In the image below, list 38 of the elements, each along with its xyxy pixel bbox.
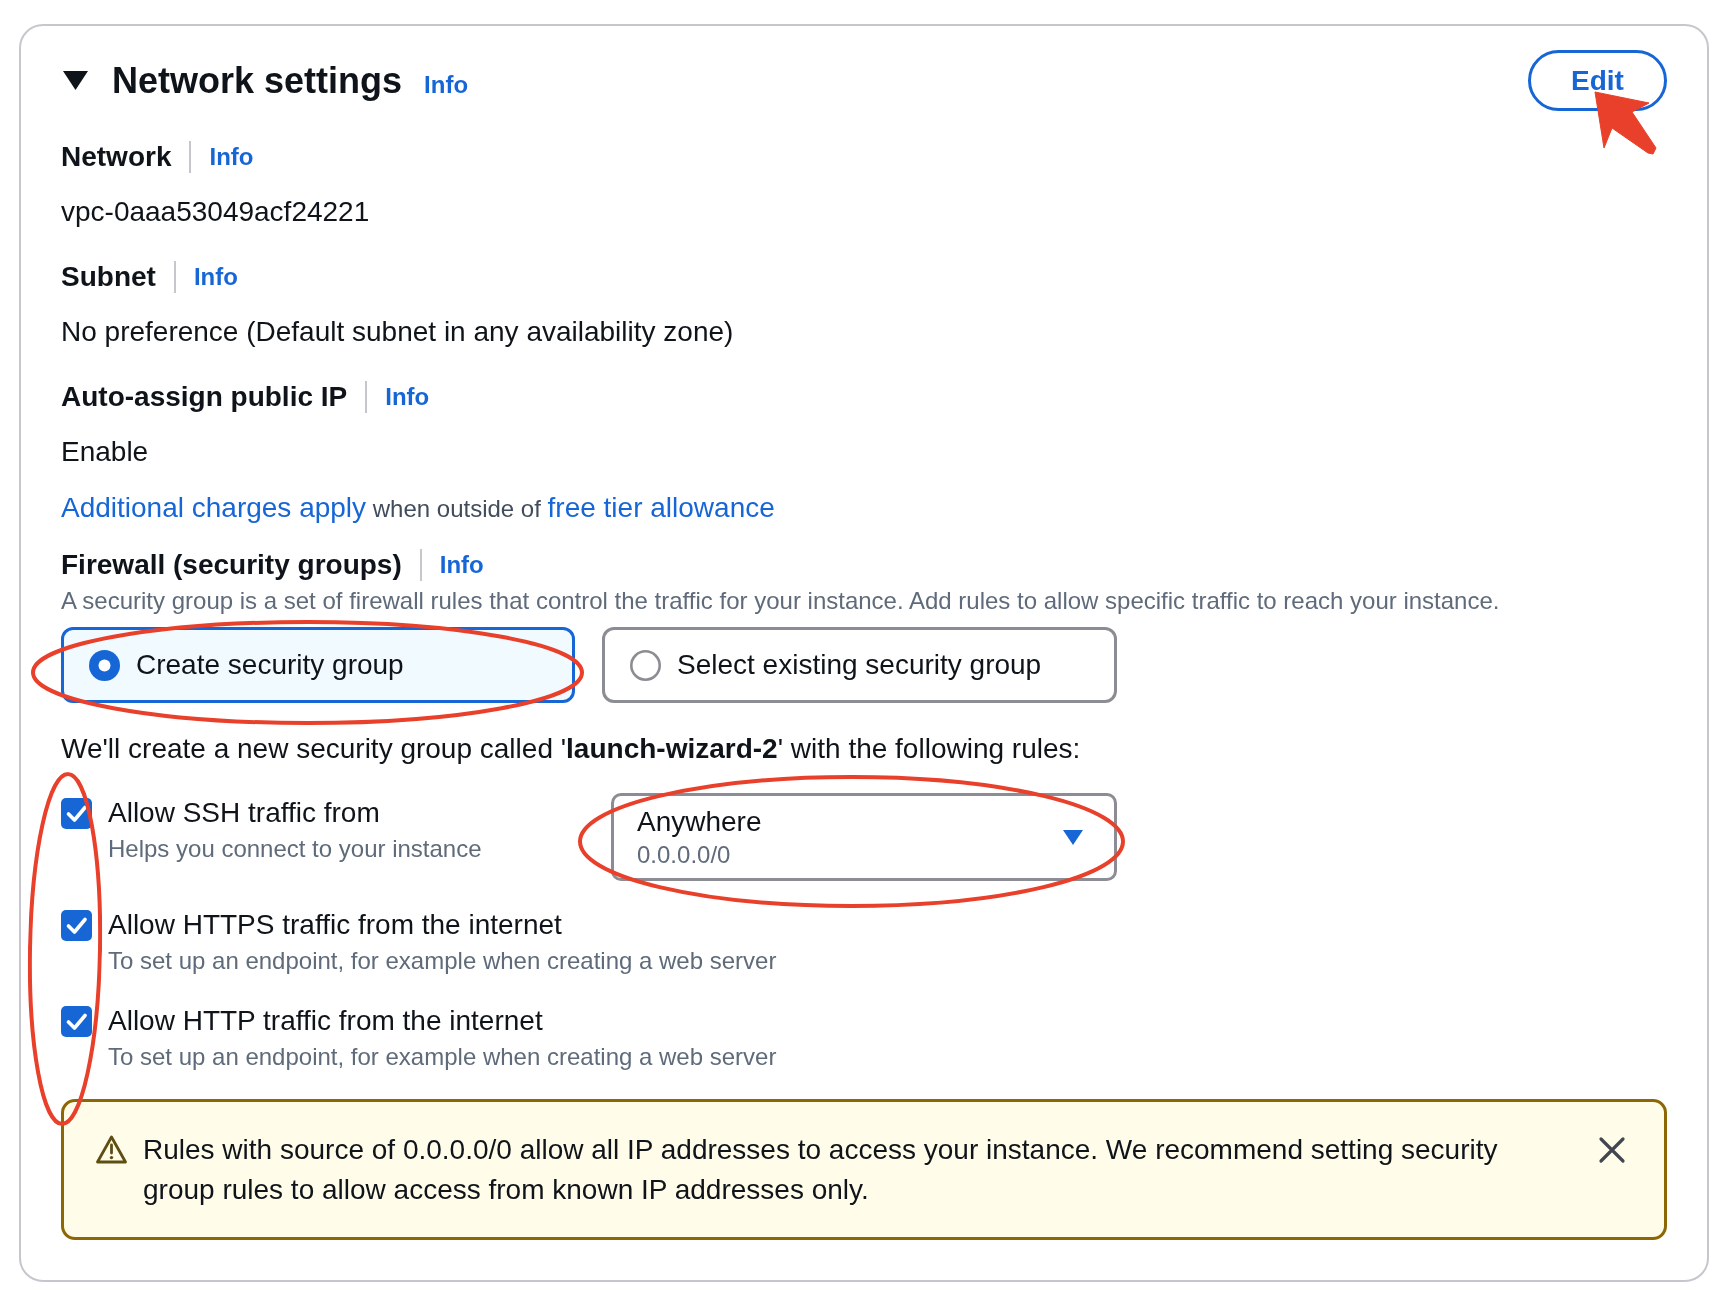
warning-icon [96, 1135, 127, 1164]
field-label: Subnet [61, 261, 156, 293]
info-link[interactable]: Info [424, 70, 469, 99]
checkbox-label: Allow HTTP traffic from the internet [108, 1004, 544, 1038]
field-description: A security group is a set of firewall rules that control the traffic for your instance. Add rules to allow specific traffic to reach your instance. [61, 586, 1501, 616]
field-label: Firewall (security groups) [61, 549, 402, 581]
info-link[interactable]: Info [439, 551, 484, 579]
radio-icon[interactable] [89, 649, 120, 681]
info-link[interactable]: Info [209, 143, 254, 171]
radio-icon[interactable] [630, 649, 661, 681]
checkbox[interactable] [61, 909, 92, 941]
charges-note: Additional charges apply when outside of free tier allowance [61, 491, 776, 525]
text-link[interactable]: Additional charges apply [61, 492, 367, 523]
radio-option[interactable]: Create security group [61, 627, 575, 703]
rule-description: Helps you connect to your instance [108, 834, 482, 864]
alert-text: Rules with source of 0.0.0.0/0 allow all IP addresses to access your instance. We recommend setting security group rules to allow access from known IP addresses only. [143, 1133, 1499, 1207]
close-icon [1598, 1136, 1626, 1164]
edit-button[interactable]: Edit [1528, 50, 1667, 111]
rule-description: To set up an endpoint, for example when creating a web server [108, 946, 777, 976]
field-value: No preference (Default subnet in any availability zone) [61, 315, 735, 349]
radio-option[interactable]: Select existing security group [602, 627, 1117, 703]
caret-down-icon[interactable] [63, 71, 88, 90]
close-button[interactable] [1598, 1136, 1626, 1164]
source-dropdown[interactable]: Anywhere 0.0.0.0/0 [611, 793, 1117, 881]
field-label: Network [61, 141, 172, 173]
checkbox-label: Allow SSH traffic from [108, 796, 381, 830]
checkbox-label: Allow HTTPS traffic from the internet [108, 908, 563, 942]
text-link[interactable]: free tier allowance [547, 492, 775, 523]
field-value: Enable [61, 435, 150, 469]
field-label: Auto-assign public IP [61, 381, 348, 413]
caret-down-icon [1063, 829, 1083, 845]
field-value: vpc-0aaa53049acf24221 [61, 195, 371, 229]
info-link[interactable]: Info [193, 263, 238, 291]
checkbox[interactable] [61, 1005, 92, 1037]
rule-description: To set up an endpoint, for example when creating a web server [108, 1042, 777, 1072]
summary-text: We'll create a new security group called 'launch-wizard-2' with the following rules: [61, 732, 1082, 766]
section-title: Network settings [112, 58, 403, 103]
info-link[interactable]: Info [385, 383, 430, 411]
